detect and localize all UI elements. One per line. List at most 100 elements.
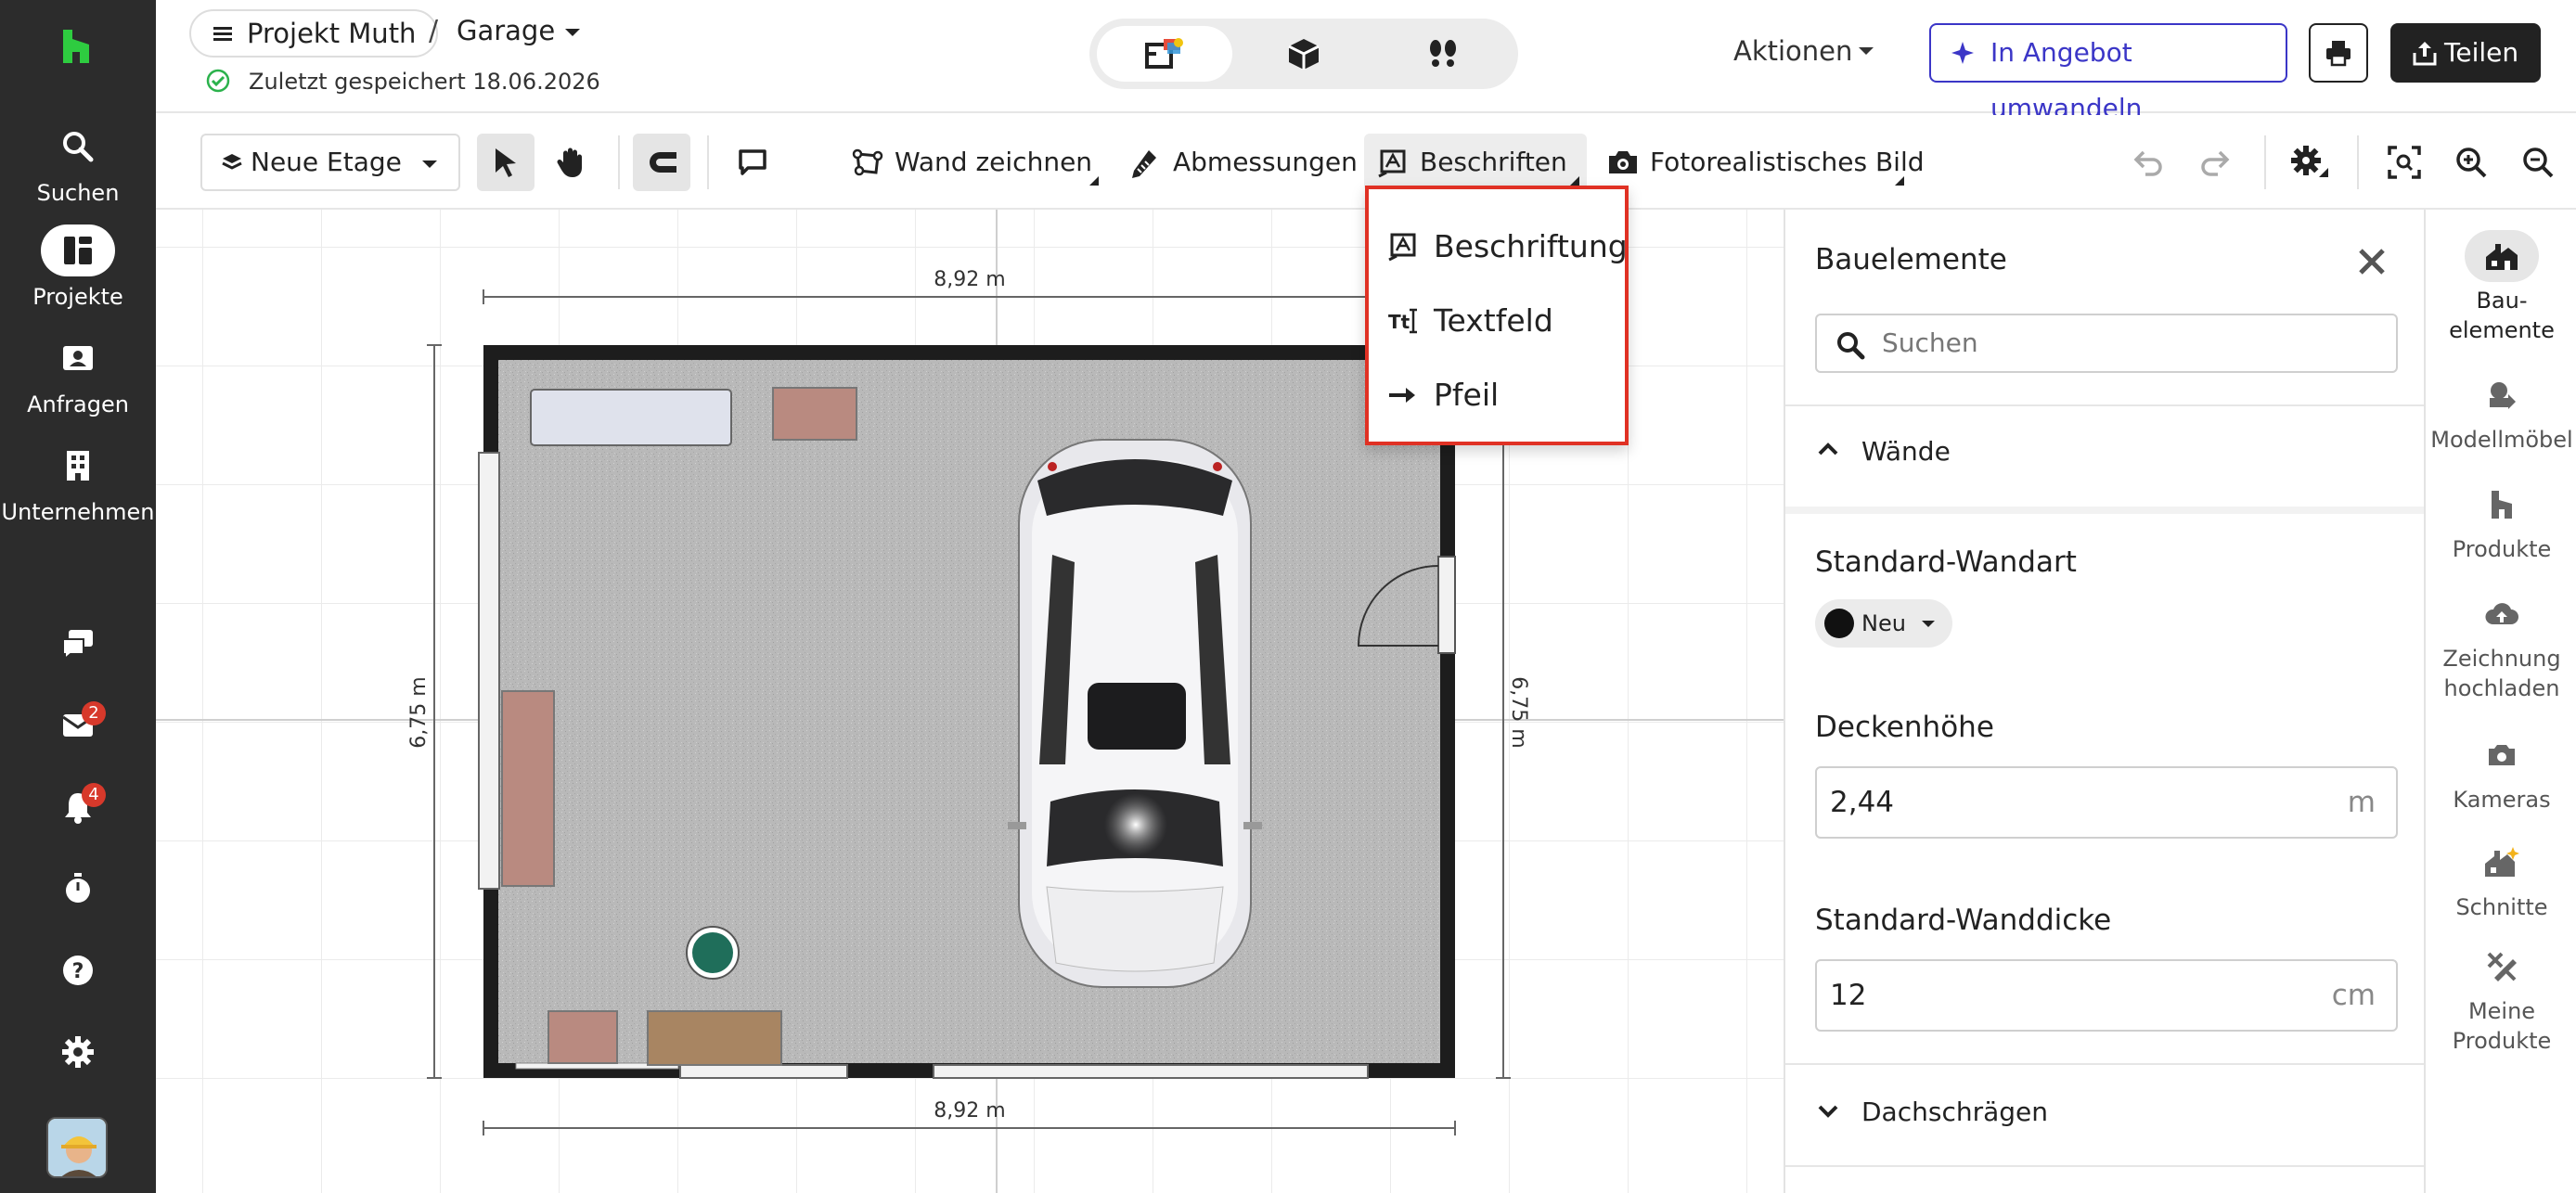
room-floor[interactable]	[498, 360, 1440, 1063]
3d-box-icon	[1288, 39, 1320, 70]
view-3d-button[interactable]	[1236, 26, 1372, 82]
rail-sections[interactable]: Schnitte	[2426, 837, 2576, 922]
chevron-up-icon[interactable]	[1817, 442, 1839, 456]
chevron-down-icon[interactable]	[564, 28, 581, 37]
select-tool[interactable]	[477, 134, 535, 191]
menu-item-arrow[interactable]: Pfeil	[1369, 358, 1625, 432]
nav-search[interactable]: Suchen	[0, 121, 156, 206]
chevron-down-icon[interactable]	[1858, 46, 1874, 56]
chat-icon[interactable]	[50, 616, 106, 672]
share-button[interactable]: Teilen	[2390, 23, 2541, 83]
inquiries-icon	[41, 332, 115, 384]
snap-tool[interactable]	[633, 134, 690, 191]
submenu-indicator	[1570, 176, 1579, 186]
wall-draw-icon	[852, 148, 883, 176]
nav-label: Anfragen	[27, 391, 129, 417]
walls-section-header[interactable]: Wände	[1861, 436, 1951, 467]
redo-icon	[2201, 150, 2230, 176]
redo-button[interactable]	[2186, 134, 2244, 191]
timer-icon[interactable]	[50, 861, 106, 917]
check-circle-icon	[206, 69, 230, 93]
divider	[1785, 404, 2424, 406]
settings-gear-icon	[2291, 146, 2328, 177]
houzz-logo-icon[interactable]	[58, 28, 97, 65]
upload-drawing-icon	[2465, 588, 2539, 640]
nav-company[interactable]: Unternehmen	[0, 440, 156, 525]
divider	[618, 135, 620, 189]
project-breadcrumb[interactable]: Projekt Muth	[189, 9, 439, 58]
sections-icon	[2465, 837, 2539, 889]
dimensions-tool[interactable]: Abmessungen	[1130, 134, 1358, 191]
color-swatch	[1824, 609, 1854, 638]
pan-tool[interactable]	[542, 134, 599, 191]
view-walkthrough-button[interactable]	[1375, 26, 1511, 82]
divider	[2357, 135, 2359, 189]
wall-thickness-input[interactable]: 12 cm	[1815, 959, 2398, 1032]
close-icon[interactable]	[2355, 245, 2389, 278]
divider	[1785, 1063, 2424, 1065]
nav-projects[interactable]: Projekte	[0, 224, 156, 310]
layers-icon	[222, 154, 242, 170]
fit-view-button[interactable]	[2376, 134, 2433, 191]
wall-type-select[interactable]: Neu	[1815, 599, 1952, 648]
window[interactable]	[478, 452, 500, 890]
label-icon	[1388, 233, 1416, 262]
menu-item-label[interactable]: Beschriftung	[1369, 210, 1628, 284]
zoom-out-button[interactable]	[2509, 134, 2567, 191]
pointer-icon	[496, 148, 516, 177]
nav-inquiries[interactable]: Anfragen	[0, 332, 156, 417]
photorealistic-tool[interactable]: Fotorealistisches Bild	[1607, 134, 1925, 191]
roof-slopes-section-header[interactable]: Dachschrägen	[1861, 1097, 2048, 1127]
nav-label: Suchen	[36, 180, 120, 206]
view-2d-button[interactable]	[1097, 26, 1232, 82]
divider	[1785, 507, 2424, 514]
chevron-down-icon	[422, 160, 437, 168]
menu-item-textfield[interactable]: Tt Textfeld	[1369, 284, 1625, 358]
comment-tool[interactable]	[724, 134, 781, 191]
zoom-in-button[interactable]	[2442, 134, 2500, 191]
company-icon	[41, 440, 115, 492]
rail-my-products[interactable]: Meine Produkte	[2426, 941, 2576, 1056]
car[interactable]	[1008, 439, 1262, 988]
floor-select[interactable]: Neue Etage	[200, 134, 460, 191]
nav-label: Projekte	[32, 284, 123, 310]
draw-wall-tool[interactable]: Wand zeichnen	[852, 134, 1130, 191]
print-button[interactable]	[2309, 23, 2368, 83]
label-tool-menu: Beschriftung Tt Textfeld Pfeil	[1365, 186, 1629, 445]
search-input[interactable]: Suchen	[1815, 314, 2398, 373]
dimension-right-label: 6,75 m	[1507, 676, 1530, 748]
mail-icon[interactable]: 2	[50, 698, 106, 753]
rail-model-furniture[interactable]: Modellmöbel	[2426, 369, 2576, 455]
window[interactable]	[679, 1064, 848, 1079]
zoom-in-icon	[2456, 148, 2487, 178]
panel-title: Bauelemente	[1815, 243, 2007, 276]
chevron-down-icon[interactable]	[1817, 1104, 1839, 1119]
box[interactable]	[547, 1010, 618, 1064]
ceiling-height-input[interactable]: 2,44 m	[1815, 766, 2398, 839]
label-tool[interactable]: Beschriften	[1364, 134, 1587, 191]
avatar[interactable]	[46, 1117, 108, 1178]
rail-upload-drawing[interactable]: Zeichnung hochladen	[2426, 588, 2576, 703]
bell-icon[interactable]: 4	[50, 779, 106, 835]
actions-menu[interactable]: Aktionen	[1733, 35, 1852, 67]
workbench[interactable]	[530, 389, 732, 446]
garage-door[interactable]	[933, 1064, 1369, 1079]
help-icon[interactable]: ?	[50, 943, 106, 998]
convert-to-offer-button[interactable]: In Angebot umwandeln	[1929, 23, 2287, 123]
table[interactable]	[647, 1010, 782, 1066]
rail-products[interactable]: Produkte	[2426, 479, 2576, 564]
view-switcher	[1089, 19, 1518, 89]
sparkle-icon	[1951, 42, 1974, 64]
save-status: Zuletzt gespeichert 18.06.2026	[249, 69, 600, 95]
shelf[interactable]	[501, 690, 555, 887]
rail-cameras[interactable]: Kameras	[2426, 729, 2576, 815]
undo-button[interactable]	[2119, 134, 2177, 191]
rail-building-elements[interactable]: Bau- elemente	[2426, 230, 2576, 345]
model-furniture-icon	[2465, 369, 2539, 421]
divider	[707, 135, 709, 189]
settings-icon[interactable]	[50, 1024, 106, 1080]
settings-button[interactable]	[2281, 134, 2338, 191]
unit-label: cm	[2331, 979, 2376, 1012]
cabinet[interactable]	[772, 387, 857, 441]
room-breadcrumb[interactable]: Garage	[457, 15, 555, 46]
